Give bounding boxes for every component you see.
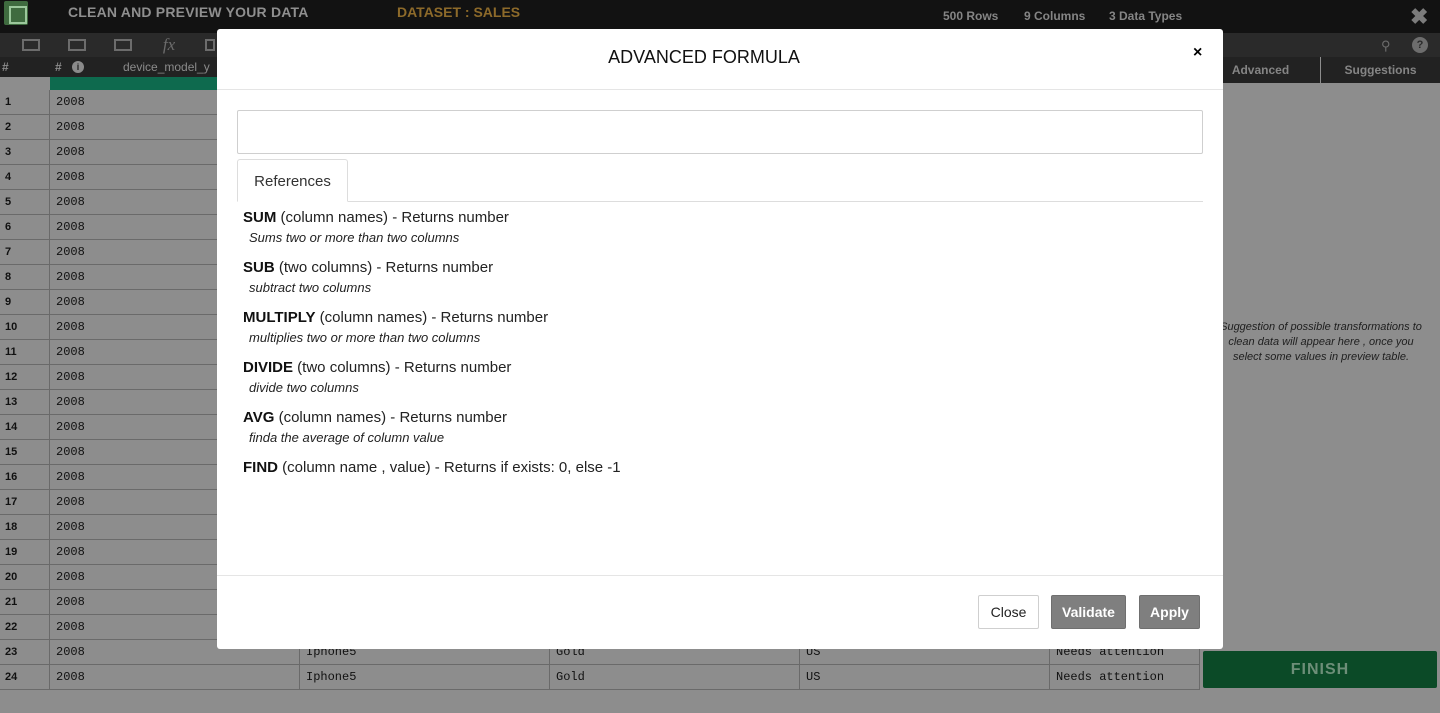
right-panel: Advanced Suggestions [1200,57,1440,713]
row-number[interactable]: 6 [0,215,50,240]
function-description: finda the average of column value [249,430,445,445]
row-number[interactable]: 21 [0,590,50,615]
reference-heading: DIVIDE (two columns) - Returns number [243,359,1143,377]
function-name: AVG [243,409,275,426]
cell-model[interactable]: Iphone5 [300,665,550,690]
reference-heading: AVG (column names) - Returns number [243,409,1143,427]
row-number[interactable]: 15 [0,440,50,465]
columns-stat: 9 Columns [1024,9,1086,23]
row-number[interactable]: 12 [0,365,50,390]
reference-item: MULTIPLY (column names) - Returns number… [243,309,1143,359]
reference-item: AVG (column names) - Returns number finda… [243,409,1143,459]
row-number[interactable]: 13 [0,390,50,415]
validate-button[interactable]: Validate [1051,595,1126,629]
advanced-formula-modal: ADVANCED FORMULA × References SUM (colum… [217,29,1223,649]
dataset-label: DATASET : SALES [397,4,521,20]
function-name: SUM [243,209,277,226]
close-app-icon[interactable]: ✖ [1410,6,1428,28]
row-number[interactable]: 24 [0,665,50,690]
row-number[interactable]: 18 [0,515,50,540]
formula-icon[interactable]: fx [160,36,178,53]
reference-heading: MULTIPLY (column names) - Returns number [243,309,1143,327]
apply-button[interactable]: Apply [1139,595,1200,629]
row-number[interactable]: 9 [0,290,50,315]
row-number[interactable]: 2 [0,115,50,140]
modal-title: ADVANCED FORMULA [608,47,800,67]
rows-stat: 500 Rows [943,9,999,23]
finish-button[interactable]: FINISH [1203,651,1437,688]
tab-divider [237,201,1203,202]
reference-item: FIND (column name , value) - Returns if … [243,459,1143,509]
row-number[interactable]: 16 [0,465,50,490]
row-number[interactable]: 7 [0,240,50,265]
row-number[interactable]: 22 [0,615,50,640]
data-types-stat: 3 Data Types [1109,9,1183,23]
reference-heading: SUM (column names) - Returns number [243,209,1143,227]
suggestions-hint: Suggestion of possible transformations t… [1220,321,1422,363]
function-name: FIND [243,459,278,476]
transform-icon[interactable] [205,39,215,51]
function-signature: (two columns) - Returns number [274,259,494,276]
function-description: subtract two columns [249,280,372,295]
row-number[interactable]: 3 [0,140,50,165]
modal-footer-divider [217,575,1223,576]
references-list: SUM (column names) - Returns number Sums … [243,209,1143,509]
row-number[interactable]: 4 [0,165,50,190]
function-signature: (column names) - Returns number [315,309,549,326]
remove-column-icon[interactable] [22,39,40,51]
cell-country[interactable]: US [800,665,1050,690]
row-number[interactable]: 8 [0,265,50,290]
function-name: MULTIPLY [243,309,316,326]
search-icon[interactable]: ⚲ [1381,38,1391,54]
function-signature: (column name , value) - Returns if exist… [278,459,621,476]
tab-suggestions[interactable]: Suggestions [1321,57,1440,83]
tab-references[interactable]: References [237,159,348,202]
column-type-icon: # [55,60,62,74]
reference-item: SUM (column names) - Returns number Sums … [243,209,1143,259]
function-description: multiplies two or more than two columns [249,330,481,345]
function-name: SUB [243,259,275,276]
row-number[interactable]: 1 [0,90,50,115]
reference-item: SUB (two columns) - Returns number subtra… [243,259,1143,309]
function-name: DIVIDE [243,359,294,376]
reference-heading: FIND (column name , value) - Returns if … [243,459,1143,477]
reference-item: DIVIDE (two columns) - Returns number div… [243,359,1143,409]
row-number[interactable]: 10 [0,315,50,340]
row-number[interactable]: 20 [0,565,50,590]
formula-input[interactable] [237,110,1203,154]
help-icon[interactable]: ? [1412,37,1428,53]
cell-year[interactable]: 2008 [50,665,300,690]
row-number[interactable]: 23 [0,640,50,665]
info-icon[interactable]: i [72,61,84,73]
column-header-name[interactable]: device_model_y [123,60,210,74]
function-signature: (column names) - Returns number [276,209,509,226]
cell-status[interactable]: Needs attention [1050,665,1200,690]
table-row: 24 2008 Iphone5 Gold US Needs attention [0,665,1200,690]
row-number-header: # [2,60,9,74]
split-column-icon[interactable] [114,39,132,51]
function-description: Sums two or more than two columns [249,230,460,245]
close-button[interactable]: Close [978,595,1039,629]
row-number[interactable]: 11 [0,340,50,365]
modal-divider [217,89,1223,90]
remove-row-icon[interactable] [68,39,86,51]
spreadsheet-logo-icon [4,1,28,25]
cell-color[interactable]: Gold [550,665,800,690]
function-signature: (two columns) - Returns number [293,359,512,376]
row-number[interactable]: 5 [0,190,50,215]
app-window: CLEAN AND PREVIEW YOUR DATA DATASET : SA… [0,0,1440,713]
function-signature: (column names) - Returns number [274,409,507,426]
row-number[interactable]: 14 [0,415,50,440]
row-number[interactable]: 19 [0,540,50,565]
app-title: CLEAN AND PREVIEW YOUR DATA [68,4,309,20]
column-quality-bar [50,77,220,90]
modal-close-icon[interactable]: × [1193,45,1202,61]
row-number[interactable]: 17 [0,490,50,515]
function-description: divide two columns [249,380,359,395]
reference-heading: SUB (two columns) - Returns number [243,259,1143,277]
